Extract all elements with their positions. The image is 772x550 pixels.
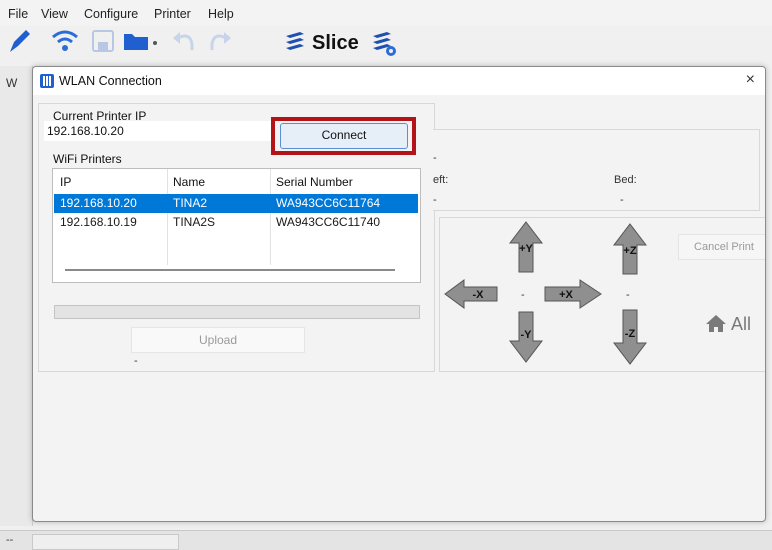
current-printer-ip-input[interactable] (44, 121, 275, 141)
cell-serial: WA943CC6C11740 (276, 215, 381, 229)
table-row-selected[interactable]: 192.168.10.20 TINA2 WA943CC6C11764 (54, 194, 418, 213)
main-window-edge: W (0, 66, 33, 526)
app-icon (40, 74, 54, 88)
bed-temp-value: - (620, 194, 624, 206)
x-plus-arrow-icon[interactable]: +X (544, 279, 602, 309)
status-bar: -- (0, 530, 772, 550)
bed-temp-label: Bed: (614, 174, 637, 186)
dialog-title: WLAN Connection (59, 74, 162, 88)
menu-help[interactable]: Help (208, 7, 234, 21)
cancel-print-button[interactable]: Cancel Print (678, 234, 765, 260)
y-minus-label: -Y (521, 329, 533, 341)
status-text: -- (6, 534, 14, 546)
cell-ip: 192.168.10.20 (60, 196, 137, 210)
column-header-serial[interactable]: Serial Number (276, 175, 353, 189)
slice-button[interactable]: Slice (312, 32, 359, 55)
z-center-dash: - (626, 289, 630, 301)
save-icon[interactable] (90, 26, 116, 56)
temp-dash: - (433, 152, 437, 164)
column-header-name[interactable]: Name (173, 175, 205, 189)
close-icon[interactable]: × (746, 71, 755, 89)
dialog-titlebar: WLAN Connection × (33, 67, 765, 95)
wlan-connection-dialog: WLAN Connection × Current Printer IP Con… (32, 66, 766, 522)
home-all-button[interactable]: All (705, 313, 751, 335)
main-window-title-fragment: W (6, 76, 18, 90)
wifi-icon[interactable] (50, 26, 80, 56)
upload-status: - (134, 355, 138, 367)
redo-icon[interactable] (206, 26, 234, 56)
left-temp-label: eft: (433, 174, 449, 186)
pen-icon[interactable] (6, 26, 32, 56)
home-icon (706, 315, 726, 332)
z-plus-label: +Z (623, 245, 636, 257)
undo-icon[interactable] (170, 26, 198, 56)
upload-progress-bar (54, 305, 420, 319)
z-plus-arrow-icon[interactable]: +Z (613, 223, 647, 275)
menu-bar: File View Configure Printer Help (0, 0, 772, 26)
z-minus-label: -Z (625, 328, 636, 340)
wifi-printers-label: WiFi Printers (53, 152, 122, 166)
cell-name: TINA2S (173, 215, 216, 229)
left-temp-value: - (433, 194, 437, 206)
z-minus-arrow-icon[interactable]: -Z (613, 309, 647, 365)
cell-serial: WA943CC6C11764 (276, 196, 381, 210)
x-minus-label: -X (473, 289, 485, 301)
x-plus-label: +X (559, 289, 573, 301)
wifi-printers-table: IP Name Serial Number 192.168.10.20 TINA… (52, 168, 421, 283)
upload-button[interactable]: Upload (131, 327, 305, 353)
table-horizontal-scrollbar[interactable] (65, 269, 395, 271)
menu-printer[interactable]: Printer (154, 7, 191, 21)
menu-configure[interactable]: Configure (84, 7, 138, 21)
x-minus-arrow-icon[interactable]: -X (444, 279, 498, 309)
menu-view[interactable]: View (41, 7, 68, 21)
x-center-dash: - (521, 289, 525, 301)
y-plus-arrow-icon[interactable]: +Y (509, 221, 543, 273)
layers-gear-icon[interactable] (370, 26, 398, 58)
toolbar: Slice (0, 26, 772, 66)
layers-icon (286, 32, 304, 50)
y-minus-arrow-icon[interactable]: -Y (509, 311, 543, 363)
y-plus-label: +Y (519, 243, 533, 255)
cell-ip: 192.168.10.19 (60, 215, 137, 229)
menu-file[interactable]: File (8, 7, 28, 21)
table-row[interactable]: 192.168.10.19 TINA2S WA943CC6C11740 (54, 213, 418, 232)
home-all-label: All (731, 314, 752, 334)
folder-icon[interactable] (122, 26, 160, 56)
cell-name: TINA2 (173, 196, 208, 210)
status-field (32, 534, 179, 550)
column-header-ip[interactable]: IP (60, 175, 71, 189)
temperature-panel (433, 129, 760, 211)
connect-highlight-box (271, 117, 416, 155)
